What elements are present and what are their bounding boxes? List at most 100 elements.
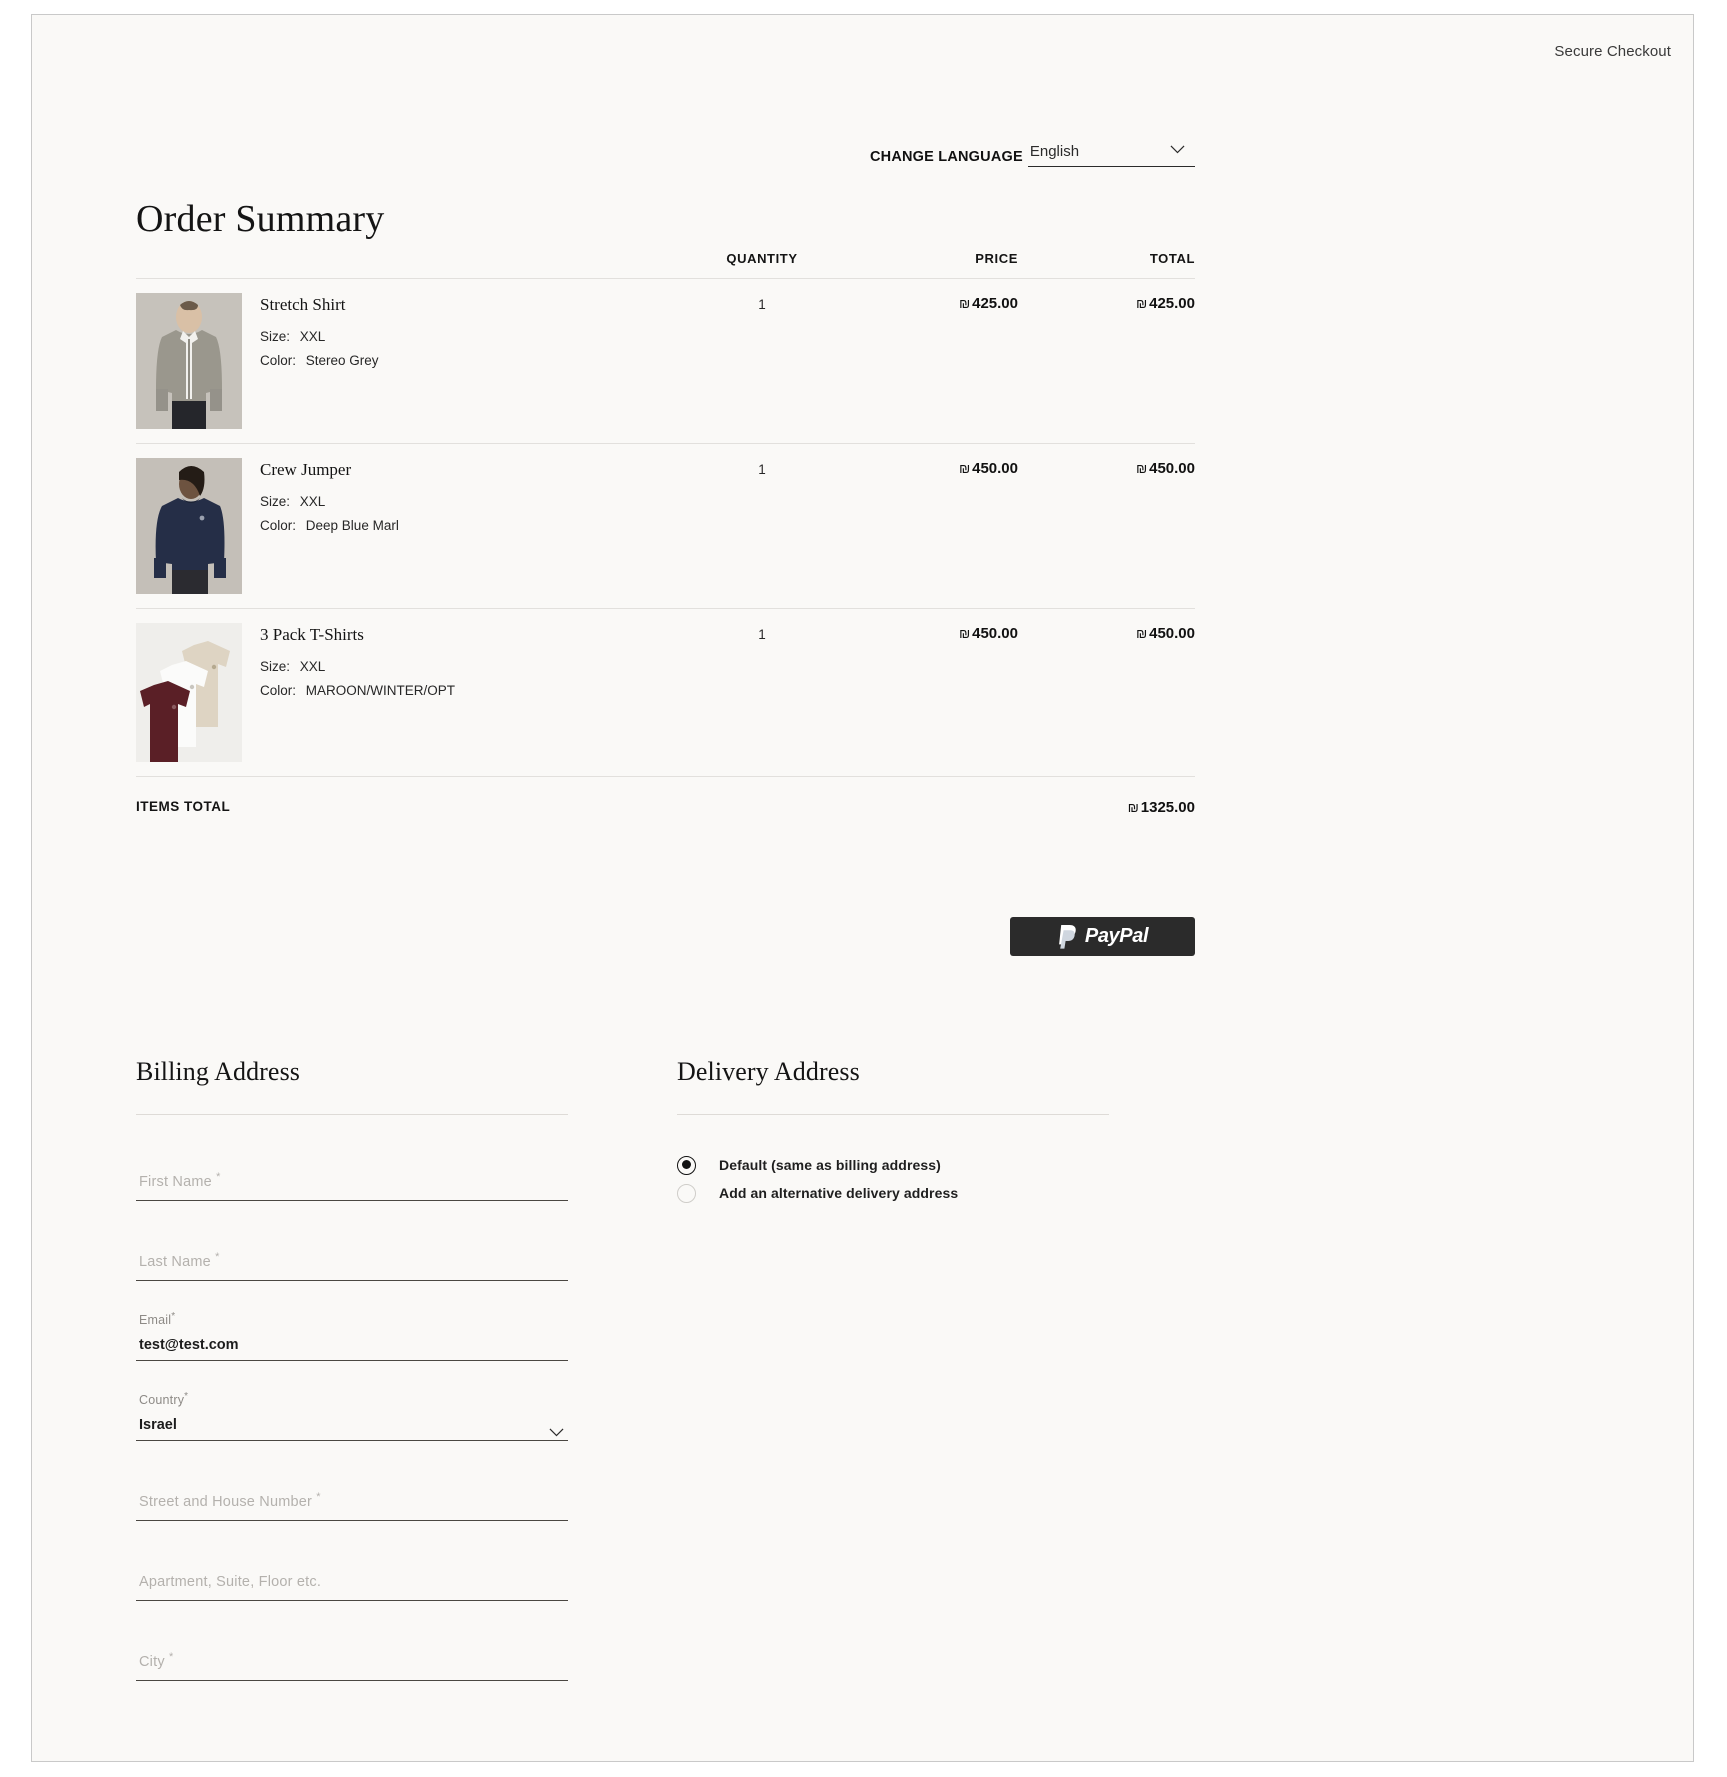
field-last-name[interactable]: Last Name * bbox=[136, 1223, 568, 1303]
header-quantity: QUANTITY bbox=[726, 251, 798, 266]
secure-checkout-label: Secure Checkout bbox=[1554, 43, 1671, 60]
size-value: XXL bbox=[299, 494, 326, 509]
product-name: Stretch Shirt bbox=[260, 295, 346, 314]
table-row: 3 Pack T-Shirts Size: XXL Color: MAROON/… bbox=[136, 609, 1195, 777]
delivery-option-alternative[interactable]: Add an alternative delivery address bbox=[677, 1179, 1109, 1207]
currency-symbol: ₪ bbox=[959, 461, 971, 476]
total-value: 425.00 bbox=[1149, 295, 1195, 312]
field-underline bbox=[136, 1440, 568, 1441]
currency-symbol: ₪ bbox=[1136, 626, 1148, 641]
product-size: Size: XXL bbox=[260, 659, 455, 674]
color-value: Deep Blue Marl bbox=[305, 518, 399, 533]
paypal-wordmark: PayPal bbox=[1084, 925, 1149, 947]
header-price: PRICE bbox=[975, 251, 1018, 266]
product-color: Color: MAROON/WINTER/OPT bbox=[260, 683, 455, 698]
product-price: ₪ 425.00 bbox=[842, 293, 1018, 429]
field-city[interactable]: City * bbox=[136, 1623, 568, 1703]
currency-symbol: ₪ bbox=[1127, 800, 1139, 815]
size-value: XXL bbox=[299, 329, 326, 344]
billing-address-title: Billing Address bbox=[136, 1057, 301, 1086]
product-color: Color: Stereo Grey bbox=[260, 353, 379, 368]
field-underline bbox=[136, 1200, 568, 1201]
color-label: Color: bbox=[260, 683, 297, 698]
delivery-option-alternative-label: Add an alternative delivery address bbox=[719, 1185, 959, 1201]
color-label: Color: bbox=[260, 353, 297, 368]
header-product-spacer bbox=[136, 251, 682, 266]
product-info: Crew Jumper Size: XXL Color: Deep Blue M… bbox=[242, 458, 399, 594]
field-apartment[interactable]: Apartment, Suite, Floor etc. bbox=[136, 1543, 568, 1623]
radio-icon-unselected[interactable] bbox=[677, 1183, 696, 1203]
delivery-address-title: Delivery Address bbox=[677, 1057, 860, 1086]
field-underline bbox=[136, 1360, 568, 1361]
field-email[interactable]: Email* test@test.com bbox=[136, 1303, 568, 1383]
order-summary-title: Order Summary bbox=[136, 198, 385, 240]
delivery-address-section: Delivery Address Default (same as billin… bbox=[677, 1057, 1109, 1207]
field-underline bbox=[136, 1280, 568, 1281]
product-size: Size: XXL bbox=[260, 329, 379, 344]
chevron-down-icon bbox=[549, 1424, 564, 1436]
language-selected-value: English bbox=[1029, 143, 1080, 160]
product-cell: Crew Jumper Size: XXL Color: Deep Blue M… bbox=[136, 458, 682, 594]
product-thumbnail-3-pack-tshirts[interactable] bbox=[136, 623, 242, 762]
change-language-row: CHANGE LANGUAGE English bbox=[870, 143, 1195, 167]
field-country[interactable]: Country* Israel bbox=[136, 1383, 568, 1463]
delivery-option-default-label: Default (same as billing address) bbox=[719, 1157, 941, 1173]
product-info: Stretch Shirt Size: XXL Color: Stereo Gr… bbox=[242, 293, 379, 429]
chevron-down-icon bbox=[1170, 145, 1185, 154]
items-total-amount: 1325.00 bbox=[1140, 799, 1195, 816]
field-underline bbox=[136, 1680, 568, 1681]
header-total: TOTAL bbox=[1149, 251, 1195, 266]
field-first-name[interactable]: First Name * bbox=[136, 1143, 568, 1223]
color-value: Stereo Grey bbox=[305, 353, 379, 368]
checkout-page: Secure Checkout CHANGE LANGUAGE English … bbox=[31, 14, 1694, 1762]
items-total-label: ITEMS TOTAL bbox=[136, 799, 231, 814]
field-street[interactable]: Street and House Number * bbox=[136, 1463, 568, 1543]
country-value: Israel bbox=[139, 1417, 177, 1433]
billing-address-section: Billing Address First Name * Last Name *… bbox=[136, 1057, 568, 1703]
city-placeholder: City * bbox=[139, 1651, 174, 1670]
table-header-row: QUANTITY PRICE TOTAL bbox=[136, 251, 1195, 279]
email-value: test@test.com bbox=[139, 1337, 239, 1353]
delivery-option-default[interactable]: Default (same as billing address) bbox=[677, 1151, 1109, 1179]
product-total: ₪ 425.00 bbox=[1018, 293, 1195, 429]
product-name: 3 Pack T-Shirts bbox=[260, 625, 364, 644]
street-placeholder: Street and House Number * bbox=[139, 1491, 321, 1510]
product-price: ₪ 450.00 bbox=[842, 458, 1018, 594]
size-label: Size: bbox=[260, 329, 291, 344]
total-value: 450.00 bbox=[1149, 625, 1195, 642]
product-total: ₪ 450.00 bbox=[1018, 458, 1195, 594]
product-thumbnail-stretch-shirt[interactable] bbox=[136, 293, 242, 429]
price-value: 450.00 bbox=[972, 625, 1018, 642]
product-quantity: 1 bbox=[758, 627, 766, 642]
product-quantity: 1 bbox=[758, 462, 766, 477]
product-info: 3 Pack T-Shirts Size: XXL Color: MAROON/… bbox=[242, 623, 455, 762]
items-total-value: ₪ 1325.00 bbox=[1018, 799, 1195, 816]
product-quantity: 1 bbox=[758, 297, 766, 312]
product-thumbnail-crew-jumper[interactable] bbox=[136, 458, 242, 594]
table-row: Crew Jumper Size: XXL Color: Deep Blue M… bbox=[136, 444, 1195, 609]
paypal-checkout-button[interactable]: PayPal bbox=[1010, 917, 1195, 956]
delivery-options: Default (same as billing address) Add an… bbox=[677, 1151, 1109, 1207]
price-value: 425.00 bbox=[972, 295, 1018, 312]
currency-symbol: ₪ bbox=[1136, 296, 1148, 311]
field-underline bbox=[136, 1520, 568, 1521]
product-price: ₪ 450.00 bbox=[842, 623, 1018, 762]
product-total: ₪ 450.00 bbox=[1018, 623, 1195, 762]
order-summary-table: QUANTITY PRICE TOTAL Stretch Shirt Size:… bbox=[136, 251, 1195, 816]
apartment-placeholder: Apartment, Suite, Floor etc. bbox=[139, 1574, 322, 1590]
first-name-placeholder: First Name * bbox=[139, 1171, 221, 1190]
country-label: Country* bbox=[139, 1390, 189, 1407]
table-row: Stretch Shirt Size: XXL Color: Stereo Gr… bbox=[136, 279, 1195, 444]
email-label: Email* bbox=[139, 1310, 176, 1327]
delivery-divider bbox=[677, 1114, 1109, 1115]
items-total-row: ITEMS TOTAL ₪ 1325.00 bbox=[136, 777, 1195, 816]
color-value: MAROON/WINTER/OPT bbox=[305, 683, 456, 698]
radio-icon-selected[interactable] bbox=[677, 1155, 696, 1175]
product-size: Size: XXL bbox=[260, 494, 399, 509]
product-name: Crew Jumper bbox=[260, 460, 352, 479]
currency-symbol: ₪ bbox=[959, 296, 971, 311]
price-value: 450.00 bbox=[972, 460, 1018, 477]
size-label: Size: bbox=[260, 659, 291, 674]
paypal-icon bbox=[1057, 924, 1079, 950]
language-select[interactable]: English bbox=[1027, 143, 1195, 167]
